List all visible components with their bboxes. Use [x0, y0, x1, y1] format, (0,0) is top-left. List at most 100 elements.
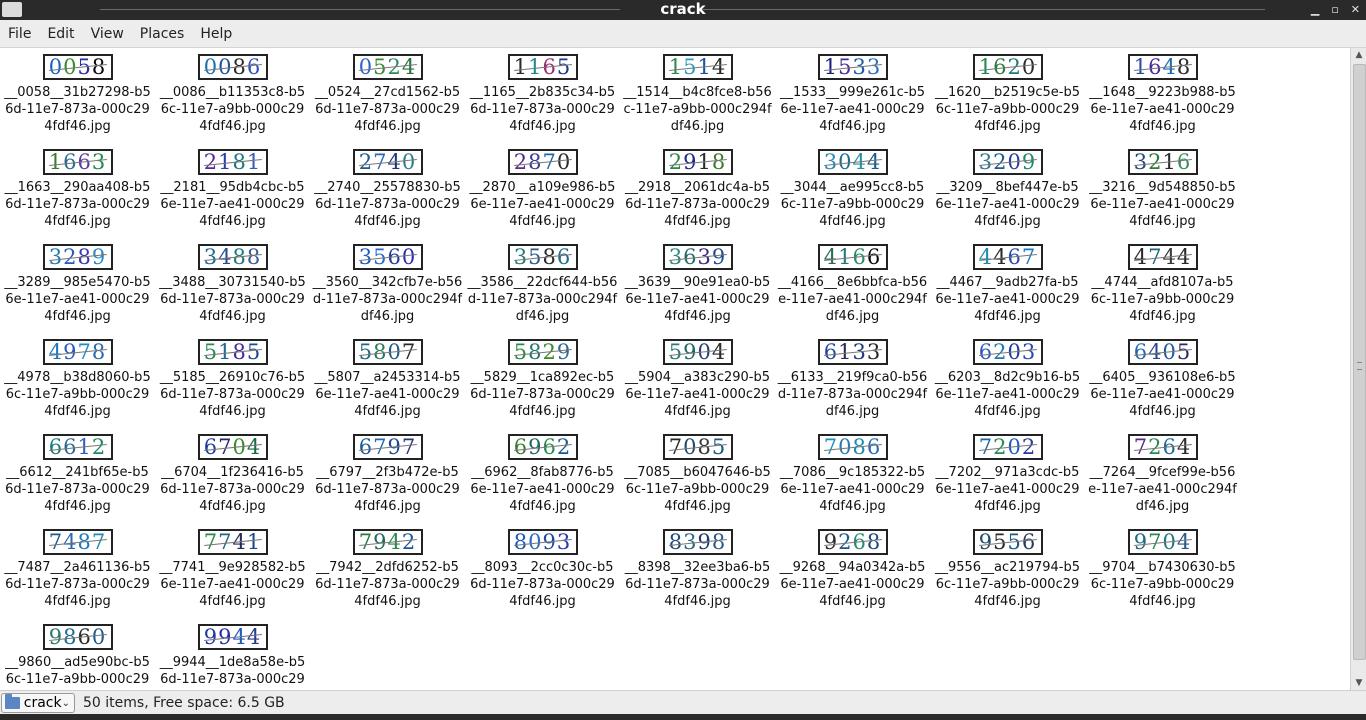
file-item[interactable]: 4978 __4978__b38d8060-b56c-11e7-a9bb-000c…: [0, 339, 155, 434]
file-item[interactable]: 7942 __7942__2dfd6252-b56d-11e7-873a-000c…: [310, 529, 465, 624]
folder-icon: [5, 694, 20, 709]
captcha-char: 7: [978, 435, 994, 459]
captcha-char: 9: [203, 625, 219, 649]
file-item[interactable]: 1514 __1514__b4c8fce8-b56c-11e7-a9bb-000c…: [620, 54, 775, 149]
file-item[interactable]: 6612 __6612__241bf65e-b56d-11e7-873a-000c…: [0, 434, 155, 529]
file-item[interactable]: 1620 __1620__b2519c5e-b56c-11e7-a9bb-000c…: [930, 54, 1085, 149]
file-item[interactable]: 3586 __3586__22dcf644-b56d-11e7-873a-000c…: [465, 244, 620, 339]
file-name: __6962__8fab8776-b56e-11e7-ae41-000c294f…: [470, 465, 615, 514]
file-item[interactable]: 1533 __1533__999e261c-b56e-11e7-ae41-000c…: [775, 54, 930, 149]
menu-file[interactable]: File: [0, 26, 39, 42]
chevron-down-icon[interactable]: ⌄: [62, 698, 70, 709]
file-item[interactable]: 7264 __7264__9fcef99e-b56e-11e7-ae41-000c…: [1085, 434, 1240, 529]
file-name: __3044__ae995cc8-b56c-11e7-a9bb-000c294f…: [780, 180, 925, 229]
captcha-thumbnail: 4166: [817, 244, 888, 270]
file-item[interactable]: 0086 __0086__b11353c8-b56c-11e7-a9bb-000c…: [155, 54, 310, 149]
file-item[interactable]: 6797__6797__2f3b472e-b56d-11e7-873a-000c…: [310, 434, 465, 529]
file-item[interactable]: 3560 __3560__342cfb7e-b56d-11e7-873a-000c…: [310, 244, 465, 339]
captcha-char: 7: [668, 435, 684, 459]
captcha-char: 9: [1133, 530, 1149, 554]
file-name: __4744__afd8107a-b56c-11e7-a9bb-000c294f…: [1090, 275, 1235, 324]
captcha-char: 4: [1176, 530, 1192, 554]
file-item[interactable]: 0524 __0524__27cd1562-b56d-11e7-873a-000c…: [310, 54, 465, 149]
file-item[interactable]: 2870 __2870__a109e986-b56e-11e7-ae41-000c…: [465, 149, 620, 244]
file-item[interactable]: 7085 __7085__b6047646-b56c-11e7-a9bb-000c…: [620, 434, 775, 529]
file-item[interactable]: 5829 __5829__1ca892ec-b56d-11e7-873a-000c…: [465, 339, 620, 434]
file-item[interactable]: 2740 __2740__25578830-b56d-11e7-873a-000c…: [310, 149, 465, 244]
scroll-up-icon[interactable]: ▲: [1352, 48, 1366, 62]
file-item[interactable]: 4744 __4744__afd8107a-b56c-11e7-a9bb-000c…: [1085, 244, 1240, 339]
file-item[interactable]: 0058 __0058__31b27298-b56d-11e7-873a-000c…: [0, 54, 155, 149]
file-item[interactable]: 6962__6962__8fab8776-b56e-11e7-ae41-000c…: [465, 434, 620, 529]
file-item[interactable]: 3639__3639__90e91ea0-b56e-11e7-ae41-000c…: [620, 244, 775, 339]
location-combo[interactable]: crack ⌄: [1, 693, 75, 713]
file-item[interactable]: 7487 __7487__2a461136-b56d-11e7-873a-000c…: [0, 529, 155, 624]
file-name: __3586__22dcf644-b56d-11e7-873a-000c294f…: [467, 275, 618, 324]
scrollbar-thumb[interactable]: [1353, 64, 1366, 660]
window-controls: ▁ ▫ ✕: [1311, 0, 1360, 20]
file-item[interactable]: 1663 __1663__290aa408-b56d-11e7-873a-000c…: [0, 149, 155, 244]
captcha-char: 4: [246, 625, 262, 649]
captcha-thumbnail: 8398: [662, 529, 733, 555]
file-item[interactable]: 6405 __6405__936108e6-b56e-11e7-ae41-000c…: [1085, 339, 1240, 434]
captcha-char: 0: [203, 55, 219, 79]
menu-help[interactable]: Help: [192, 26, 240, 42]
file-item[interactable]: 3289 __3289__985e5470-b56e-11e7-ae41-000c…: [0, 244, 155, 339]
file-item[interactable]: 7202__7202__971a3cdc-b56e-11e7-ae41-000c…: [930, 434, 1085, 529]
file-name: __2740__25578830-b56d-11e7-873a-000c294f…: [314, 180, 461, 229]
menu-edit[interactable]: Edit: [39, 26, 82, 42]
file-item[interactable]: 9556 __9556__ac219794-b56c-11e7-a9bb-000c…: [930, 529, 1085, 624]
captcha-char: 5: [1176, 340, 1192, 364]
file-view[interactable]: 0058__0058__31b27298-b56d-11e7-873a-000c…: [0, 48, 1350, 690]
captcha-char: 9: [556, 340, 572, 364]
file-item[interactable]: 5185 __5185__26910c76-b56d-11e7-873a-000c…: [155, 339, 310, 434]
file-item[interactable]: 6133 __6133__219f9ca0-b56d-11e7-873a-000c…: [775, 339, 930, 434]
minimize-icon[interactable]: ▁: [1311, 0, 1319, 20]
file-item[interactable]: 4467 __4467__9adb27fa-b56e-11e7-ae41-000c…: [930, 244, 1085, 339]
file-item[interactable]: 9944__9944__1de8a58e-b56d-11e7-873a-000c…: [155, 624, 310, 690]
close-icon[interactable]: ✕: [1351, 0, 1360, 20]
file-item[interactable]: 4166 __4166__8e6bbfca-b56e-11e7-ae41-000c…: [775, 244, 930, 339]
captcha-thumbnail: 1620: [972, 54, 1043, 80]
file-item[interactable]: 1165 __1165__2b835c34-b56d-11e7-873a-000c…: [465, 54, 620, 149]
vertical-scrollbar[interactable]: ▲ ▼: [1350, 48, 1366, 690]
file-item[interactable]: 3488 __3488__30731540-b56d-11e7-873a-000c…: [155, 244, 310, 339]
file-item[interactable]: 3216 __3216__9d548850-b56e-11e7-ae41-000c…: [1085, 149, 1240, 244]
file-item[interactable]: 9268 __9268__94a0342a-b56e-11e7-ae41-000c…: [775, 529, 930, 624]
file-item[interactable]: 9704 __9704__b7430630-b56c-11e7-a9bb-000c…: [1085, 529, 1240, 624]
file-item[interactable]: 6704 __6704__1f236416-b56d-11e7-873a-000c…: [155, 434, 310, 529]
file-item[interactable]: 3044 __3044__ae995cc8-b56c-11e7-a9bb-000c…: [775, 149, 930, 244]
file-item[interactable]: 5807 __5807__a2453314-b56e-11e7-ae41-000c…: [310, 339, 465, 434]
captcha-thumbnail: 4744: [1127, 244, 1198, 270]
file-item[interactable]: 9860 __9860__ad5e90bc-b56c-11e7-a9bb-000c…: [0, 624, 155, 690]
captcha-thumbnail: 3639: [662, 244, 733, 270]
maximize-icon[interactable]: ▫: [1331, 0, 1338, 20]
file-name: __9268__94a0342a-b56e-11e7-ae41-000c294f…: [779, 560, 926, 609]
captcha-char: 9: [978, 530, 994, 554]
captcha-char: 6: [1021, 530, 1037, 554]
file-item[interactable]: 3209 __3209__8bef447e-b56e-11e7-ae41-000c…: [930, 149, 1085, 244]
file-item[interactable]: 7086 __7086__9c185322-b56e-11e7-ae41-000c…: [775, 434, 930, 529]
menu-view[interactable]: View: [83, 26, 132, 42]
file-item[interactable]: 2181__2181__95db4cbc-b56e-11e7-ae41-000c…: [155, 149, 310, 244]
file-name: __6203__8d2c9b16-b56e-11e7-ae41-000c294f…: [934, 370, 1081, 419]
captcha-thumbnail: 5904: [662, 339, 733, 365]
file-item[interactable]: 5904 __5904__a383c290-b56e-11e7-ae41-000c…: [620, 339, 775, 434]
captcha-char: 7: [401, 340, 417, 364]
menu-places[interactable]: Places: [132, 26, 193, 42]
file-name: __6133__219f9ca0-b56d-11e7-873a-000c294f…: [777, 370, 928, 419]
captcha-thumbnail: 9704: [1127, 529, 1198, 555]
captcha-char: 9: [91, 245, 107, 269]
file-name: __3209__8bef447e-b56e-11e7-ae41-000c294f…: [935, 180, 1080, 229]
file-item[interactable]: 7741 __7741__9e928582-b56e-11e7-ae41-000c…: [155, 529, 310, 624]
captcha-char: 4: [711, 340, 727, 364]
file-item[interactable]: 8093 __8093__2cc0c30c-b56d-11e7-873a-000c…: [465, 529, 620, 624]
file-name: __4166__8e6bbfca-b56e-11e7-ae41-000c294f…: [777, 275, 928, 324]
file-item[interactable]: 2918 __2918__2061dc4a-b56d-11e7-873a-000c…: [620, 149, 775, 244]
captcha-char: 6: [246, 55, 262, 79]
file-name: __5185__26910c76-b56d-11e7-873a-000c294f…: [159, 370, 306, 419]
scroll-down-icon[interactable]: ▼: [1352, 676, 1366, 690]
file-item[interactable]: 6203 __6203__8d2c9b16-b56e-11e7-ae41-000c…: [930, 339, 1085, 434]
file-item[interactable]: 1648 __1648__9223b988-b56e-11e7-ae41-000c…: [1085, 54, 1240, 149]
file-item[interactable]: 8398 __8398__32ee3ba6-b56d-11e7-873a-000c…: [620, 529, 775, 624]
